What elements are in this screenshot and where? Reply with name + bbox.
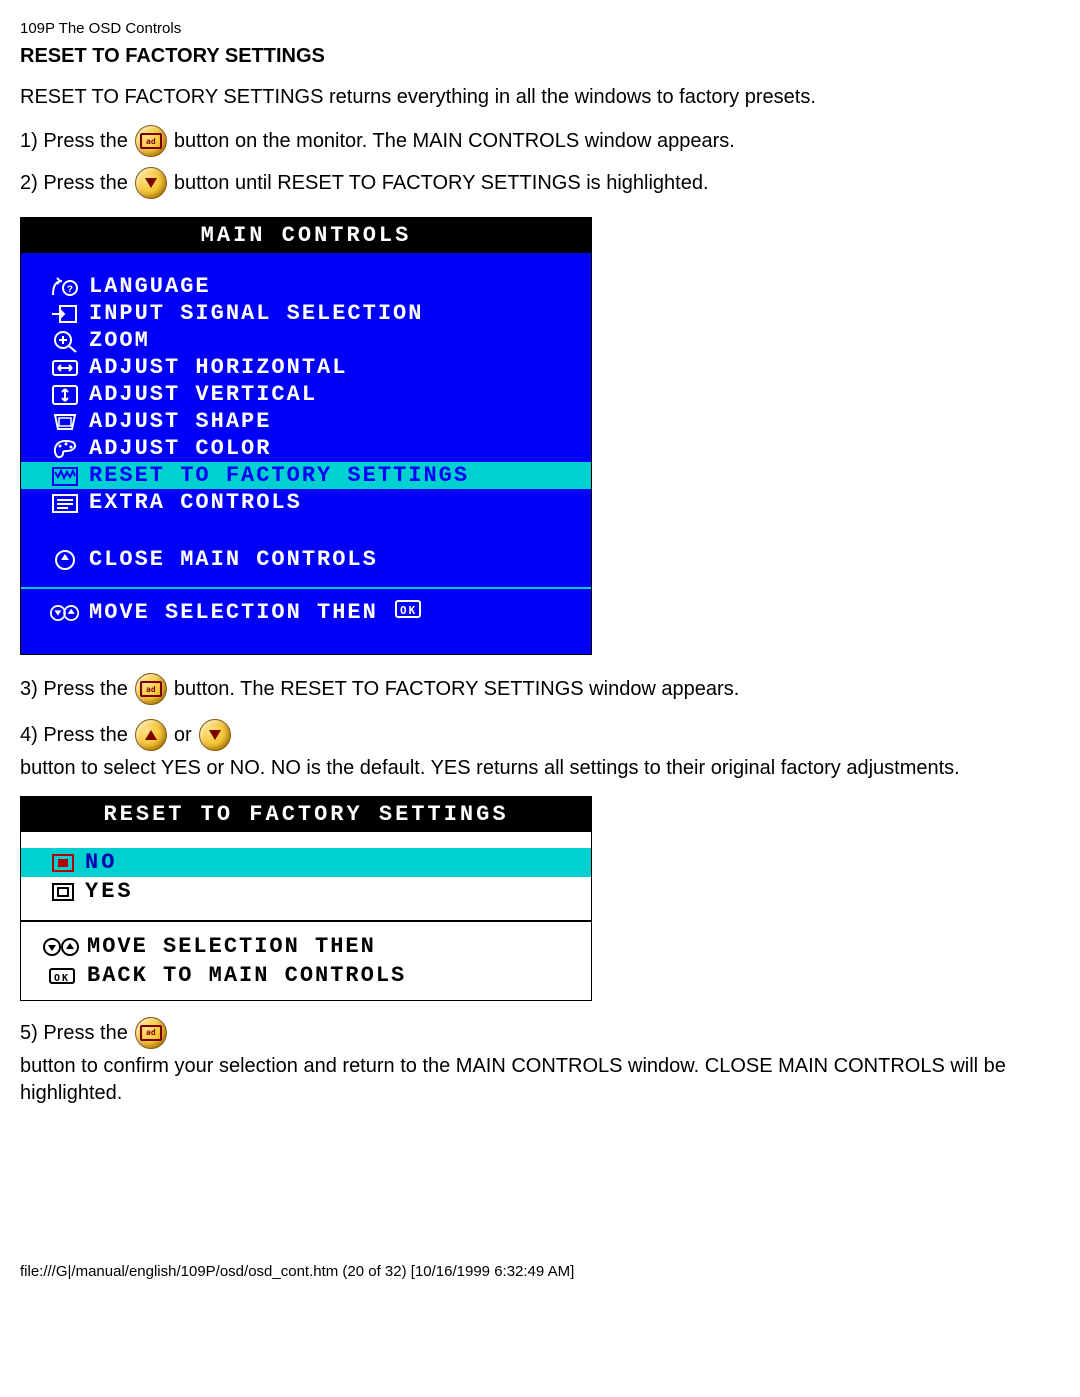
ok-small-icon: OK xyxy=(37,966,87,986)
step4-text-a: 4) Press the xyxy=(20,722,128,749)
svg-text:?: ? xyxy=(67,285,75,296)
selector-no-icon xyxy=(41,853,85,873)
menu-label: EXTRA CONTROLS xyxy=(89,490,575,515)
menu-item-extra: EXTRA CONTROLS xyxy=(21,489,591,516)
step-1: 1) Press the ad button on the monitor. T… xyxy=(20,125,1060,157)
step2-text-b: button until RESET TO FACTORY SETTINGS i… xyxy=(174,172,709,195)
adjust-vertical-icon xyxy=(41,383,89,407)
step4-text-b: or xyxy=(174,722,192,749)
step5-text-a: 5) Press the xyxy=(20,1020,128,1047)
menu-label: RESET TO FACTORY SETTINGS xyxy=(89,463,575,488)
step-4: 4) Press the or button to select YES or … xyxy=(20,719,1060,782)
reset-factory-icon xyxy=(41,464,89,488)
step1-text-a: 1) Press the xyxy=(20,130,128,153)
menu-label: ADJUST SHAPE xyxy=(89,409,575,434)
step5-text-b: button to confirm your selection and ret… xyxy=(20,1053,1060,1107)
selector-yes-icon xyxy=(41,882,85,902)
intro-paragraph: RESET TO FACTORY SETTINGS returns everyt… xyxy=(20,84,1060,111)
option-yes: YES xyxy=(21,877,591,906)
option-label: NO xyxy=(85,850,117,875)
menu-item-zoom: ZOOM xyxy=(21,327,591,354)
down-button-icon xyxy=(199,719,231,751)
menu-item-adj-v: ADJUST VERTICAL xyxy=(21,381,591,408)
step3-text-b: button. The RESET TO FACTORY SETTINGS wi… xyxy=(174,678,739,701)
step-2: 2) Press the button until RESET TO FACTO… xyxy=(20,167,1060,199)
close-controls-icon xyxy=(41,548,89,572)
page-footer: file:///G|/manual/english/109P/osd/osd_c… xyxy=(20,1257,1060,1280)
adjust-color-icon xyxy=(41,437,89,461)
step-3: 3) Press the ad button. The RESET TO FAC… xyxy=(20,673,1060,705)
step-5: 5) Press the ad button to confirm your s… xyxy=(20,1017,1060,1107)
ok-button-icon: ad xyxy=(135,125,167,157)
input-signal-icon xyxy=(41,302,89,326)
menu-label: ADJUST VERTICAL xyxy=(89,382,575,407)
adjust-shape-icon xyxy=(41,410,89,434)
menu-item-close: CLOSE MAIN CONTROLS xyxy=(21,546,591,573)
svg-text:OK: OK xyxy=(54,973,70,984)
menu-label: LANGUAGE xyxy=(89,274,575,299)
zoom-icon xyxy=(41,329,89,353)
menu-label: ADJUST HORIZONTAL xyxy=(89,355,575,380)
menu-item-reset-highlighted: RESET TO FACTORY SETTINGS xyxy=(21,462,591,489)
osd-footer-text: MOVE SELECTION THEN xyxy=(89,600,378,625)
page-header: 109P The OSD Controls xyxy=(20,20,1060,37)
osd2-title: RESET TO FACTORY SETTINGS xyxy=(21,797,591,832)
adjust-horizontal-icon xyxy=(41,356,89,380)
osd2-footer: MOVE SELECTION THEN OK BACK TO MAIN CONT… xyxy=(21,920,591,1000)
menu-item-adj-color: ADJUST COLOR xyxy=(21,435,591,462)
language-icon: ? xyxy=(41,275,89,299)
osd-title: MAIN CONTROLS xyxy=(21,218,591,253)
updown-arrows-icon xyxy=(41,601,89,625)
menu-item-language: ? LANGUAGE xyxy=(21,273,591,300)
ok-button-icon: ad xyxy=(135,673,167,705)
menu-item-adj-shape: ADJUST SHAPE xyxy=(21,408,591,435)
section-title: RESET TO FACTORY SETTINGS xyxy=(20,45,1060,68)
main-controls-osd: MAIN CONTROLS ? LANGUAGE INPUT SIGNAL SE… xyxy=(20,217,592,655)
up-button-icon xyxy=(135,719,167,751)
step1-text-b: button on the monitor. The MAIN CONTROLS… xyxy=(174,130,735,153)
ok-button-icon: ad xyxy=(135,1017,167,1049)
step3-text-a: 3) Press the xyxy=(20,678,128,701)
svg-text:OK: OK xyxy=(400,604,417,617)
option-label: YES xyxy=(85,879,134,904)
step4-text-c: button to select YES or NO. NO is the de… xyxy=(20,755,960,782)
menu-label: ZOOM xyxy=(89,328,575,353)
menu-label: ADJUST COLOR xyxy=(89,436,575,461)
reset-factory-osd: RESET TO FACTORY SETTINGS NO YES xyxy=(20,796,592,1001)
menu-item-adj-h: ADJUST HORIZONTAL xyxy=(21,354,591,381)
ok-small-icon: OK xyxy=(394,599,422,626)
updown-arrows-icon xyxy=(37,936,87,958)
osd2-footer-text1: MOVE SELECTION THEN xyxy=(87,934,376,959)
menu-label: CLOSE MAIN CONTROLS xyxy=(89,547,575,572)
option-no-highlighted: NO xyxy=(21,848,591,877)
menu-label: INPUT SIGNAL SELECTION xyxy=(89,301,575,326)
osd-footer: MOVE SELECTION THEN OK xyxy=(21,587,591,638)
extra-controls-icon xyxy=(41,491,89,515)
step2-text-a: 2) Press the xyxy=(20,172,128,195)
osd2-footer-text2: BACK TO MAIN CONTROLS xyxy=(87,963,406,988)
menu-item-input: INPUT SIGNAL SELECTION xyxy=(21,300,591,327)
down-button-icon xyxy=(135,167,167,199)
